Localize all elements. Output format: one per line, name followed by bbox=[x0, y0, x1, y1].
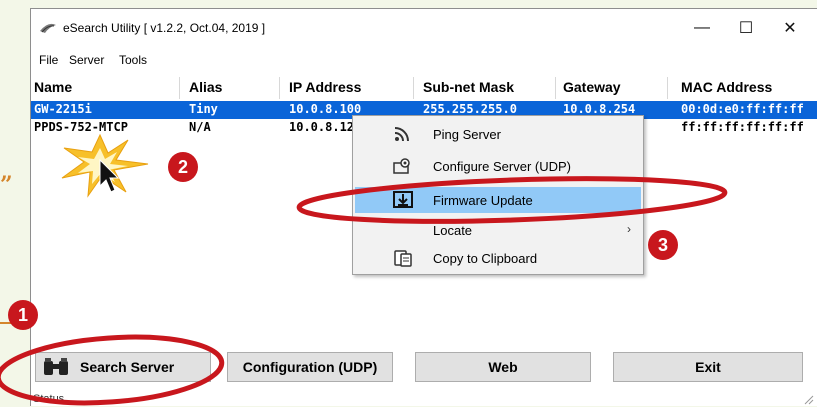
step-badge-1: 1 bbox=[8, 300, 38, 330]
highlight-ellipse-search bbox=[0, 334, 225, 406]
step-badge-2: 2 bbox=[168, 152, 198, 182]
highlight-ellipse-firmware bbox=[296, 176, 728, 224]
step-badge-3: 3 bbox=[648, 230, 678, 260]
annotation-layer bbox=[0, 133, 728, 406]
